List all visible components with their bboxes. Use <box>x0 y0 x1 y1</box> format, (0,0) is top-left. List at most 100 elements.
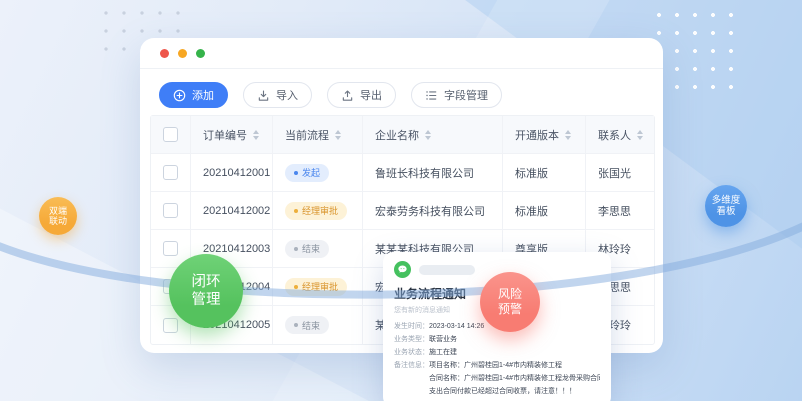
add-button-label: 添加 <box>192 87 214 103</box>
badge-dual-end-linkage: 双端 联动 <box>39 197 77 235</box>
wechat-chat-icon <box>394 261 411 278</box>
sort-icon[interactable] <box>637 130 643 140</box>
cell-order-no: 20210412002 <box>191 192 273 230</box>
cell-contact: 张国光 <box>586 154 654 192</box>
field-value: 项目名称：广州碧桂园1-4#市内精装修工程 <box>429 362 562 369</box>
badge-text: 闭环 <box>192 273 221 291</box>
feature-banner: 添加 导入 导出 字段管理 <box>0 0 802 401</box>
cell-company: 鲁班长科技有限公司 <box>363 154 503 192</box>
add-button[interactable]: 添加 <box>159 82 228 108</box>
status-dot <box>294 323 298 327</box>
sort-icon[interactable] <box>425 130 431 140</box>
import-button-label: 导入 <box>276 87 298 103</box>
process-status-badge: 发起 <box>285 164 329 182</box>
export-icon <box>341 89 354 102</box>
column-header-version[interactable]: 开通版本 <box>503 116 586 154</box>
column-header-order-no[interactable]: 订单编号 <box>191 116 273 154</box>
badge-multi-dimension-kanban: 多维度 看板 <box>705 185 747 227</box>
table-row: 20210412002 经理审批 宏泰劳务科技有限公司标准版李思思 <box>151 192 654 230</box>
cell-order-no: 20210412001 <box>191 154 273 192</box>
badge-text: 多维度 <box>712 195 741 207</box>
status-dot <box>294 209 298 213</box>
column-header-company[interactable]: 企业名称 <box>363 116 503 154</box>
window-titlebar <box>140 38 663 69</box>
status-dot <box>294 247 298 251</box>
column-header-label: 开通版本 <box>515 127 559 143</box>
status-dot <box>294 171 298 175</box>
column-header-label: 订单编号 <box>203 127 247 143</box>
table-toolbar: 添加 导入 导出 字段管理 <box>140 69 663 108</box>
field-label: 发生时间： <box>394 323 429 330</box>
plus-circle-icon <box>173 89 186 102</box>
process-status-label: 发起 <box>302 166 320 179</box>
minimize-window-dot[interactable] <box>178 49 187 58</box>
column-header-process[interactable]: 当前流程 <box>273 116 363 154</box>
status-dot <box>294 285 298 289</box>
process-status-badge: 经理审批 <box>285 202 347 220</box>
process-status-label: 结束 <box>302 319 320 332</box>
row-checkbox[interactable] <box>163 165 178 180</box>
column-header-label: 当前流程 <box>285 127 329 143</box>
process-status-label: 经理审批 <box>302 280 338 293</box>
badge-text: 管理 <box>192 291 221 309</box>
dot-grid-decoration <box>650 6 744 90</box>
field-value: 联营业务 <box>429 336 457 343</box>
maximize-window-dot[interactable] <box>196 49 205 58</box>
cell-process: 经理审批 <box>273 268 363 306</box>
import-button[interactable]: 导入 <box>243 82 312 108</box>
row-checkbox[interactable] <box>163 241 178 256</box>
select-all-checkbox[interactable] <box>163 127 178 142</box>
table-row: 20210412001 发起 鲁班长科技有限公司标准版张国光 <box>151 154 654 192</box>
badge-text: 联动 <box>49 216 67 227</box>
table-header-row: 订单编号 当前流程 企业名称 开通版本 联系人 <box>151 116 654 154</box>
notification-extra-line: 合同名称：广州碧桂园1-4#市内精装修工程龙骨采购合同 <box>394 372 600 385</box>
notification-fields: 发生时间：2023-03-14 14:26业务类型：联营业务业务状态：施工在建备… <box>394 320 600 398</box>
process-status-label: 结束 <box>302 242 320 255</box>
field-management-button-label: 字段管理 <box>444 87 488 103</box>
close-window-dot[interactable] <box>160 49 169 58</box>
process-status-badge: 结束 <box>285 316 329 334</box>
field-label: 业务类型： <box>394 336 429 343</box>
row-checkbox[interactable] <box>163 318 178 333</box>
badge-closed-loop-management: 闭环 管理 <box>169 254 243 328</box>
notification-field: 业务类型：联营业务 <box>394 333 600 346</box>
column-header-label: 联系人 <box>598 127 631 143</box>
import-icon <box>257 89 270 102</box>
cell-version: 标准版 <box>503 192 586 230</box>
row-checkbox[interactable] <box>163 203 178 218</box>
badge-risk-warning: 风险 预警 <box>480 272 540 332</box>
cell-process: 经理审批 <box>273 192 363 230</box>
cell-process: 发起 <box>273 154 363 192</box>
sort-icon[interactable] <box>565 130 571 140</box>
header-cell-select <box>151 116 191 154</box>
sender-placeholder-bar <box>419 265 475 275</box>
badge-text: 预警 <box>498 302 522 317</box>
cell-version: 标准版 <box>503 154 586 192</box>
column-header-contact[interactable]: 联系人 <box>586 116 654 154</box>
notification-field: 业务状态：施工在建 <box>394 346 600 359</box>
process-status-label: 经理审批 <box>302 204 338 217</box>
export-button[interactable]: 导出 <box>327 82 396 108</box>
notification-extra-line: 支出合同付款已经超过合同收票，请注意！！！ <box>394 385 600 398</box>
badge-text: 风险 <box>498 287 522 302</box>
process-status-badge: 经理审批 <box>285 278 347 296</box>
cell-process: 结束 <box>273 230 363 268</box>
row-select-cell <box>151 192 191 230</box>
field-value: 2023-03-14 14:26 <box>429 323 484 330</box>
export-button-label: 导出 <box>360 87 382 103</box>
column-header-label: 企业名称 <box>375 127 419 143</box>
cell-contact: 李思思 <box>586 192 654 230</box>
field-label: 备注信息： <box>394 362 429 369</box>
badge-text: 双端 <box>49 206 67 217</box>
process-status-badge: 结束 <box>285 240 329 258</box>
sort-icon[interactable] <box>253 130 259 140</box>
field-value: 施工在建 <box>429 349 457 356</box>
cell-process: 结束 <box>273 306 363 344</box>
sort-icon[interactable] <box>335 130 341 140</box>
list-icon <box>425 89 438 102</box>
field-label: 业务状态： <box>394 349 429 356</box>
field-management-button[interactable]: 字段管理 <box>411 82 502 108</box>
notification-field: 备注信息：项目名称：广州碧桂园1-4#市内精装修工程 <box>394 359 600 372</box>
row-select-cell <box>151 154 191 192</box>
cell-company: 宏泰劳务科技有限公司 <box>363 192 503 230</box>
